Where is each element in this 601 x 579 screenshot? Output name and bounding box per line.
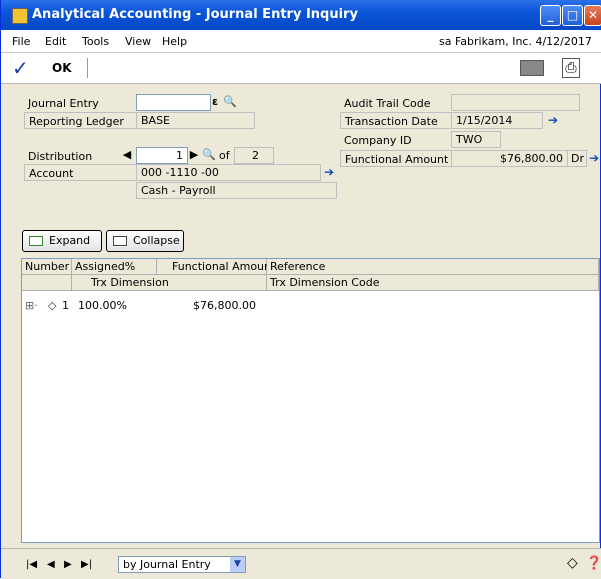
functional-amount-type: Dr bbox=[567, 150, 587, 167]
account-label: Account bbox=[24, 164, 137, 181]
menu-view[interactable]: View bbox=[125, 35, 151, 48]
close-button[interactable]: ✕ bbox=[584, 5, 601, 26]
previous-record-icon[interactable]: ◀ bbox=[47, 559, 55, 570]
expand-button[interactable]: Expand bbox=[22, 230, 102, 252]
functional-amount-label: Functional Amount bbox=[340, 150, 452, 167]
functional-amount-field: $76,800.00 bbox=[451, 150, 568, 167]
toolbar: ✓ OK ⎙ bbox=[1, 53, 601, 84]
distribution-total: 2 bbox=[234, 147, 274, 164]
tools-icon[interactable] bbox=[520, 60, 544, 76]
account-field: 000 -1110 -00 bbox=[136, 164, 321, 181]
functional-amount-arrow-icon[interactable]: ➔ bbox=[586, 150, 601, 167]
app-icon bbox=[12, 8, 28, 24]
company-id-label: Company ID bbox=[344, 134, 412, 147]
transaction-date-arrow-icon[interactable]: ➔ bbox=[545, 112, 561, 129]
minimize-button[interactable]: _ bbox=[540, 5, 561, 26]
tree-expand-icon[interactable]: ⊞· bbox=[25, 298, 38, 314]
checkmark-icon[interactable]: ✓ bbox=[12, 56, 29, 80]
journal-entry-inquiry-window: Analytical Accounting - Journal Entry In… bbox=[0, 0, 601, 579]
expand-icon bbox=[29, 236, 43, 246]
column-trx-dimension: Trx Dimension bbox=[72, 275, 267, 291]
distribution-label: Distribution bbox=[28, 150, 93, 163]
last-record-icon[interactable]: ▶| bbox=[81, 559, 92, 570]
expand-label: Expand bbox=[49, 234, 91, 247]
previous-distribution-icon[interactable]: ◀ bbox=[120, 148, 134, 162]
journal-entry-field[interactable] bbox=[136, 94, 211, 111]
help-icon[interactable]: ❓ bbox=[586, 556, 601, 571]
distribution-grid: Number Assigned% Functional Amount Refer… bbox=[21, 258, 600, 543]
menu-tools[interactable]: Tools bbox=[82, 35, 109, 48]
chevron-down-icon[interactable]: ▼ bbox=[230, 557, 245, 572]
menu-bar: File Edit Tools View Help sa Fabrikam, I… bbox=[1, 30, 601, 53]
column-reference: Reference bbox=[267, 259, 599, 275]
sort-by-value: by Journal Entry bbox=[123, 558, 211, 571]
distribution-of-label: of bbox=[219, 149, 230, 162]
status-bar: |◀ ◀ ▶ ▶| by Journal Entry ▼ ◇ ❓ bbox=[1, 548, 601, 579]
row-number: 1 bbox=[62, 299, 69, 312]
distribution-lookup-icon[interactable]: 🔍 bbox=[202, 148, 216, 162]
collapse-icon bbox=[113, 236, 127, 246]
reporting-ledger-field: BASE bbox=[136, 112, 255, 129]
journal-entry-label: Journal Entry bbox=[28, 97, 99, 110]
toolbar-separator bbox=[87, 58, 88, 78]
print-preview-icon[interactable]: ⎙ bbox=[562, 58, 580, 78]
column-number: Number bbox=[22, 259, 72, 275]
transaction-date-field: 1/15/2014 bbox=[451, 112, 543, 129]
transaction-date-label: Transaction Date bbox=[340, 112, 452, 129]
next-distribution-icon[interactable]: ▶ bbox=[187, 148, 201, 162]
note-icon[interactable]: ɛ bbox=[208, 95, 222, 109]
menu-file[interactable]: File bbox=[12, 35, 30, 48]
note-row-icon[interactable]: ◇ bbox=[48, 298, 56, 314]
account-arrow-icon[interactable]: ➔ bbox=[321, 164, 337, 181]
column-assigned: Assigned% bbox=[72, 259, 157, 275]
collapse-label: Collapse bbox=[133, 234, 180, 247]
distribution-field[interactable]: 1 bbox=[136, 147, 188, 164]
menu-help[interactable]: Help bbox=[162, 35, 187, 48]
row-functional-amount: $76,800.00 bbox=[193, 299, 256, 312]
ok-button[interactable]: OK bbox=[52, 61, 72, 75]
collapse-button[interactable]: Collapse bbox=[106, 230, 184, 252]
audit-trail-label: Audit Trail Code bbox=[344, 97, 431, 110]
lookup-icon[interactable]: 🔍 bbox=[223, 95, 237, 109]
maximize-button[interactable]: □ bbox=[562, 5, 583, 26]
audit-trail-field bbox=[451, 94, 580, 111]
next-record-icon[interactable]: ▶ bbox=[64, 559, 72, 570]
row-assigned: 100.00% bbox=[78, 299, 127, 312]
company-id-field: TWO bbox=[451, 131, 501, 148]
menu-edit[interactable]: Edit bbox=[45, 35, 66, 48]
sort-by-select[interactable]: by Journal Entry ▼ bbox=[118, 556, 246, 573]
column-spacer bbox=[22, 275, 72, 291]
column-functional-amount: Functional Amount bbox=[157, 259, 275, 275]
window-title: Analytical Accounting - Journal Entry In… bbox=[32, 7, 358, 22]
account-description: Cash - Payroll bbox=[136, 182, 337, 199]
note-icon-status[interactable]: ◇ bbox=[567, 555, 578, 571]
title-bar: Analytical Accounting - Journal Entry In… bbox=[1, 0, 601, 30]
reporting-ledger-label: Reporting Ledger bbox=[24, 112, 137, 129]
company-info: sa Fabrikam, Inc. 4/12/2017 bbox=[439, 35, 592, 48]
column-trx-dimension-code: Trx Dimension Code bbox=[267, 275, 599, 291]
first-record-icon[interactable]: |◀ bbox=[26, 559, 37, 570]
